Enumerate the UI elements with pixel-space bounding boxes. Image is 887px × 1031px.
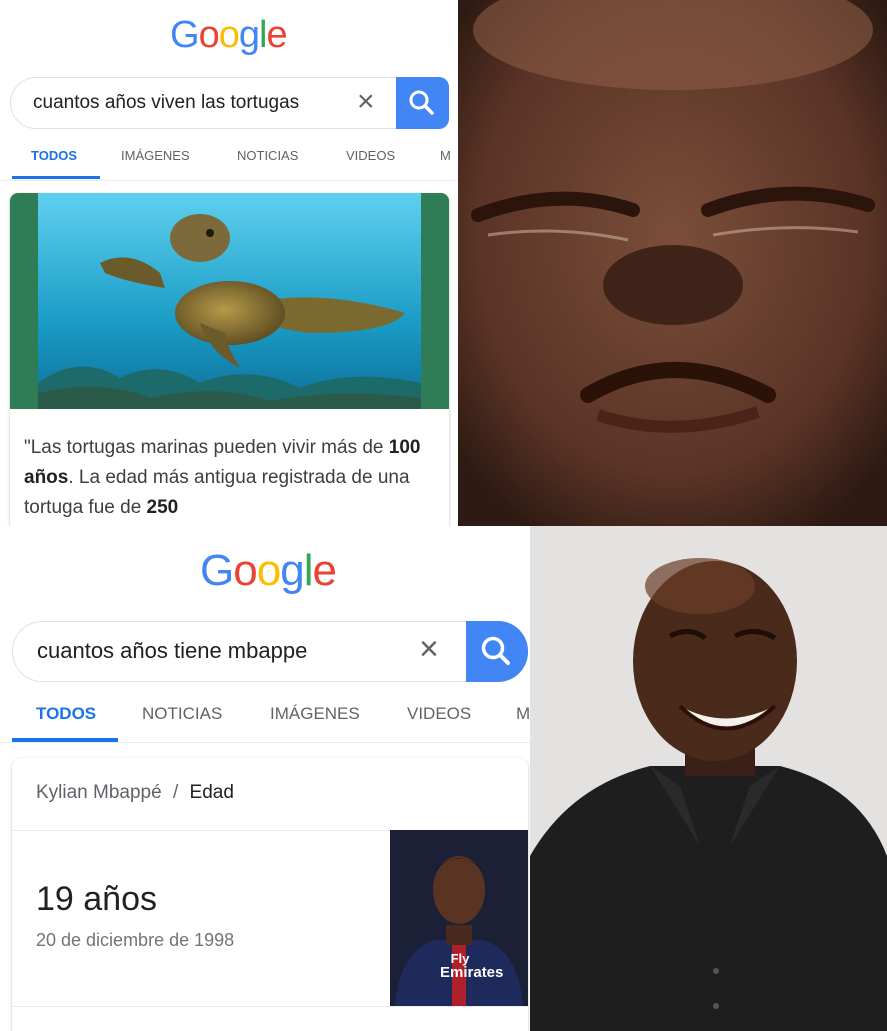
mbappe-photo[interactable]: Fly Emirates [390,830,528,1006]
search-button[interactable] [396,77,449,129]
sponsor-line: Emirates [440,964,504,981]
logo-letter: g [280,546,305,595]
laughing-face-image [530,526,887,1031]
search-query: cuantos años tiene mbappe [37,638,308,663]
tab-todos[interactable]: TODOS [36,704,96,724]
snippet-text-part: "Las tortugas marinas pueden vivir más d… [24,437,389,458]
sea-turtle-image[interactable] [10,193,449,409]
google-logo: Google [170,14,288,57]
featured-snippet-card: "Las tortugas marinas pueden vivir más d… [10,193,449,526]
tab-more[interactable]: M [516,704,530,724]
tab-videos[interactable]: VIDEOS [407,704,471,724]
tab-noticias[interactable]: NOTICIAS [237,148,298,163]
logo-letter: g [238,14,260,56]
search-panel-turtles: Google cuantos años viven las tortugas ×… [0,0,458,526]
active-tab-indicator [12,176,100,179]
tab-imagenes[interactable]: IMÁGENES [121,148,190,163]
logo-letter: o [233,546,258,595]
search-query: cuantos años viven las tortugas [33,92,300,113]
laughing-man-photo [530,526,887,1031]
tab-more[interactable]: M [440,148,451,163]
crying-face-image [458,0,887,526]
search-button[interactable] [466,621,528,682]
search-panel-mbappe: Google cuantos años tiene mbappe × TODOS… [0,526,530,1031]
search-icon [481,636,510,665]
tab-noticias[interactable]: NOTICIAS [142,704,222,724]
jersey-sponsor-text: Fly Emirates [440,952,504,981]
breadcrumb-separator: / [172,782,179,803]
logo-letter: e [266,14,287,56]
tab-todos[interactable]: TODOS [31,148,77,163]
tab-videos[interactable]: VIDEOS [346,148,395,163]
google-logo: Google [200,546,337,596]
search-input[interactable]: cuantos años tiene mbappe × [12,621,468,682]
tab-imagenes[interactable]: IMÁGENES [270,704,360,724]
snippet-text: "Las tortugas marinas pueden vivir más d… [24,433,434,523]
knowledge-card: Kylian Mbappé / Edad 19 años 20 de dicie… [12,758,528,1031]
logo-letter: o [198,14,220,56]
crying-man-photo [458,0,887,526]
logo-letter: e [312,546,337,595]
card-divider [12,1006,528,1007]
tabs-divider [0,742,530,743]
clear-icon[interactable]: × [419,630,439,669]
search-input[interactable]: cuantos años viven las tortugas × [10,77,398,129]
logo-letter: o [256,546,282,595]
logo-letter: G [170,14,200,56]
breadcrumb: Kylian Mbappé / Edad [36,782,234,804]
clear-icon[interactable]: × [357,85,375,119]
age-answer: 19 años [36,880,157,918]
breadcrumb-entity[interactable]: Kylian Mbappé [36,782,162,803]
snippet-text-part: . La edad más antigua registrada de una … [24,467,410,518]
search-icon [409,90,434,115]
logo-letter: l [303,546,314,595]
logo-letter: l [258,14,268,56]
breadcrumb-attribute: Edad [189,782,234,803]
logo-letter: G [200,546,234,595]
birthdate: 20 de diciembre de 1998 [36,930,235,950]
tabs-divider [0,180,458,181]
logo-letter: o [218,14,240,56]
snippet-bold: 250 [146,497,179,518]
